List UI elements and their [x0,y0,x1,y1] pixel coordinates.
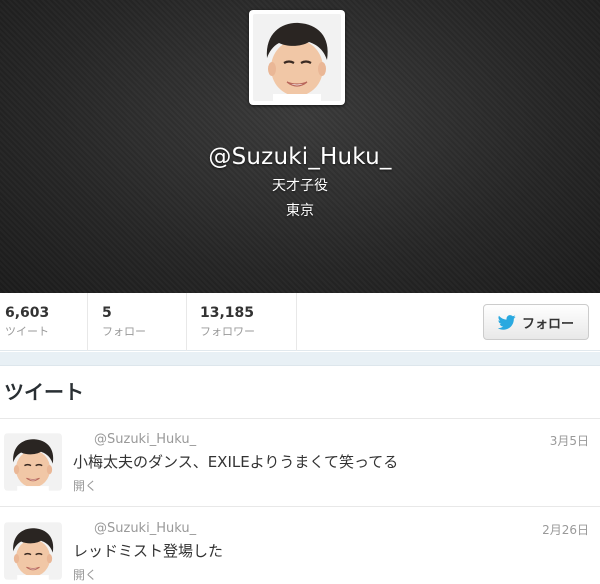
avatar-image [253,14,341,101]
tweet-handle[interactable]: @Suzuki_Huku_ [94,432,196,447]
stat-followers-label: フォロワー [200,325,255,338]
tweet-item[interactable]: @Suzuki_Huku_ 2月26日 レッドミスト登場した 開く [0,508,600,584]
stat-followers-value: 13,185 [200,305,255,321]
stat-tweets-value: 6,603 [5,305,50,321]
follow-button-label: フォロー [521,316,574,332]
tweet-date[interactable]: 2月26日 [542,521,589,538]
profile-location: 東京 [286,203,314,219]
profile-header: @Suzuki_Huku_ 天才子役 東京 [0,0,600,293]
avatar-image [4,433,62,491]
profile-avatar[interactable] [249,10,345,105]
divider-strip [0,352,600,366]
tweet-item[interactable]: @Suzuki_Huku_ 3月5日 小梅太夫のダンス、EXILEよりうまくて笑… [0,419,600,507]
follow-button[interactable]: フォロー [483,304,589,340]
tweet-expand-link[interactable]: 開く [73,566,97,583]
tweet-expand-link[interactable]: 開く [73,477,97,494]
tweet-text: 小梅太夫のダンス、EXILEよりうまくて笑ってる [73,453,399,471]
stat-tweets-label: ツイート [5,325,49,338]
profile-bio: 天才子役 [272,178,328,194]
stat-following-label: フォロー [102,325,146,338]
stat-tweets[interactable]: 6,603 ツイート [0,293,88,351]
tweet-date[interactable]: 3月5日 [550,432,589,449]
tweet-avatar[interactable] [4,433,62,491]
stat-following[interactable]: 5 フォロー [88,293,187,351]
stat-followers[interactable]: 13,185 フォロワー [187,293,297,351]
twitter-bird-icon [497,314,516,330]
tweet-handle[interactable]: @Suzuki_Huku_ [94,521,196,536]
tweet-avatar[interactable] [4,522,62,580]
stat-following-value: 5 [102,305,112,321]
tweet-text: レッドミスト登場した [73,542,224,560]
avatar-image [4,522,62,580]
tweets-heading: ツイート [4,380,84,404]
profile-screen-name[interactable]: @Suzuki_Huku_ [0,144,600,170]
